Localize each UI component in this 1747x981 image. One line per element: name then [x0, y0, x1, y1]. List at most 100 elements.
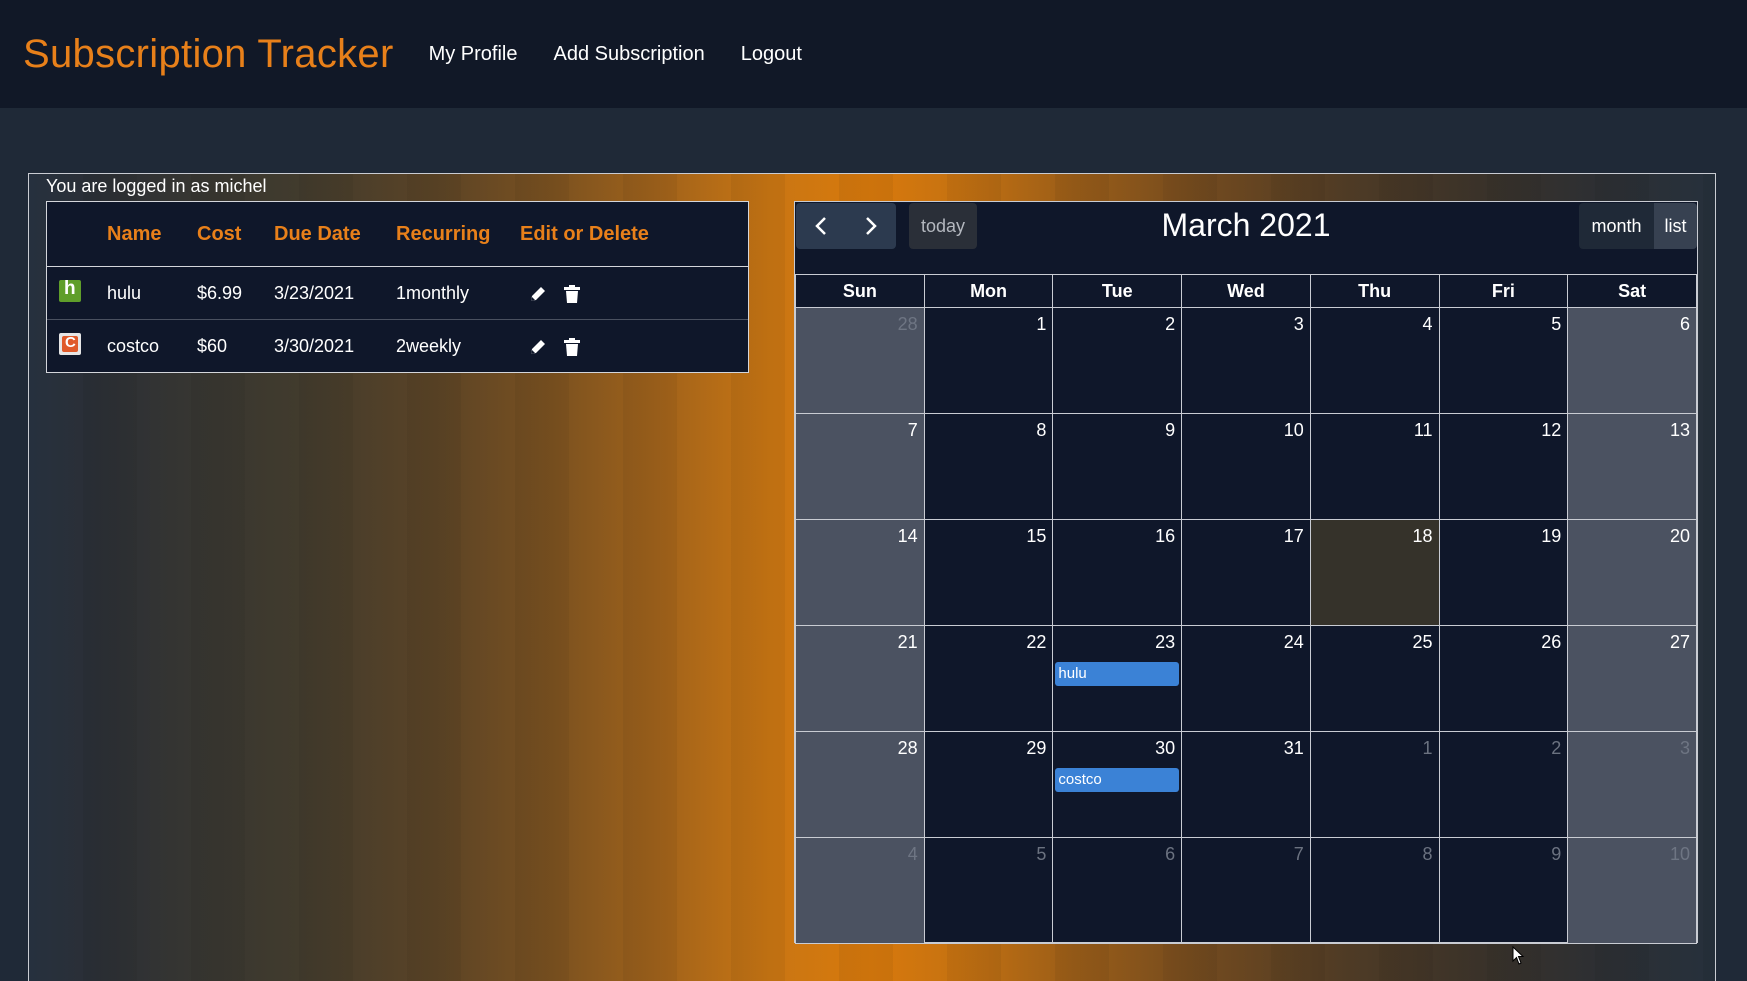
day-cell[interactable]: 1: [1309, 731, 1440, 838]
weekday-header: Tue: [1052, 274, 1183, 308]
day-cell[interactable]: 25: [1309, 625, 1440, 732]
day-cell[interactable]: 30 costco: [1052, 731, 1183, 838]
day-cell[interactable]: 11: [1309, 413, 1440, 520]
day-cell[interactable]: 2: [1438, 731, 1569, 838]
day-cell[interactable]: 26: [1438, 625, 1569, 732]
day-cell[interactable]: 10: [1567, 837, 1697, 944]
day-cell[interactable]: 7: [1181, 837, 1311, 944]
day-number: 19: [1541, 526, 1562, 546]
day-cell[interactable]: 27: [1567, 625, 1697, 732]
delete-trash-icon[interactable]: [563, 337, 581, 357]
sub-name: costco: [107, 335, 160, 356]
day-cell[interactable]: 6: [1052, 837, 1183, 944]
day-cell[interactable]: 28: [795, 731, 925, 838]
month-view-button[interactable]: month: [1579, 203, 1654, 249]
nav-my-profile[interactable]: My Profile: [429, 43, 518, 66]
day-number: 31: [1283, 738, 1304, 758]
day-number: 15: [1026, 526, 1047, 546]
day-number: 3: [1293, 314, 1304, 334]
nav-add-subscription[interactable]: Add Subscription: [554, 43, 705, 66]
day-cell[interactable]: 6: [1567, 307, 1697, 414]
day-cell[interactable]: 5: [923, 837, 1054, 944]
day-number: 23: [1155, 632, 1176, 652]
mouse-cursor-icon: [1512, 946, 1525, 965]
day-cell[interactable]: 20: [1567, 519, 1697, 626]
subscriptions-table: Name Cost Due Date Recurring Edit or Del…: [46, 201, 749, 373]
day-cell[interactable]: 22: [923, 625, 1054, 732]
table-row: hulu $6.99 3/23/2021 1monthly: [47, 266, 748, 320]
calendar-event[interactable]: hulu: [1055, 662, 1180, 686]
calendar-event[interactable]: costco: [1055, 768, 1180, 792]
day-number: 6: [1165, 844, 1176, 864]
day-number: 10: [1283, 420, 1304, 440]
day-cell[interactable]: 19: [1438, 519, 1569, 626]
header-logo: [47, 202, 107, 267]
day-cell[interactable]: 15: [923, 519, 1054, 626]
login-status: You are logged in as michel: [46, 176, 267, 196]
day-number: 14: [897, 526, 918, 546]
day-cell[interactable]: 21: [795, 625, 925, 732]
day-cell[interactable]: 5: [1438, 307, 1569, 414]
day-number: 1: [1036, 314, 1047, 334]
day-number: 4: [1422, 314, 1433, 334]
day-cell[interactable]: 28: [795, 307, 925, 414]
day-number: 7: [907, 420, 918, 440]
header-recurring: Recurring: [396, 202, 520, 267]
day-cell[interactable]: 8: [1309, 837, 1440, 944]
day-cell[interactable]: 24: [1181, 625, 1311, 732]
day-cell[interactable]: 9: [1438, 837, 1569, 944]
list-view-button[interactable]: list: [1654, 203, 1697, 249]
day-cell[interactable]: 8: [923, 413, 1054, 520]
day-number: 9: [1165, 420, 1176, 440]
day-number: 3: [1679, 738, 1690, 758]
day-number: 8: [1422, 844, 1433, 864]
day-number: 1: [1422, 738, 1433, 758]
day-cell[interactable]: 13: [1567, 413, 1697, 520]
day-number: 17: [1283, 526, 1304, 546]
day-number: 9: [1551, 844, 1562, 864]
day-cell[interactable]: 4: [1309, 307, 1440, 414]
hulu-logo-icon: [59, 278, 81, 302]
table-header-row: Name Cost Due Date Recurring Edit or Del…: [47, 202, 748, 267]
header-edit-delete: Edit or Delete: [520, 202, 748, 267]
day-number: 25: [1412, 632, 1433, 652]
day-cell[interactable]: 1: [923, 307, 1054, 414]
day-cell[interactable]: 17: [1181, 519, 1311, 626]
day-number: 27: [1669, 632, 1690, 652]
day-cell[interactable]: 10: [1181, 413, 1311, 520]
day-number: 5: [1551, 314, 1562, 334]
edit-pencil-icon[interactable]: [528, 284, 548, 304]
day-cell[interactable]: 16: [1052, 519, 1183, 626]
day-cell[interactable]: 2: [1052, 307, 1183, 414]
weekday-header: Thu: [1309, 274, 1440, 308]
day-cell[interactable]: 3: [1181, 307, 1311, 414]
day-number: 26: [1541, 632, 1562, 652]
day-cell[interactable]: 4: [795, 837, 925, 944]
weekday-header: Wed: [1181, 274, 1311, 308]
header-name: Name: [107, 202, 197, 267]
day-cell-today[interactable]: 18: [1309, 519, 1440, 626]
edit-pencil-icon[interactable]: [528, 337, 548, 357]
delete-trash-icon[interactable]: [563, 284, 581, 304]
weekday-header: Fri: [1438, 274, 1569, 308]
day-number: 29: [1026, 738, 1047, 758]
day-number: 21: [897, 632, 918, 652]
brand-title[interactable]: Subscription Tracker: [23, 32, 394, 77]
day-cell[interactable]: 29: [923, 731, 1054, 838]
day-cell[interactable]: 7: [795, 413, 925, 520]
day-cell[interactable]: 12: [1438, 413, 1569, 520]
day-cell[interactable]: 14: [795, 519, 925, 626]
weekday-header: Sun: [795, 274, 925, 308]
sub-name: hulu: [107, 266, 197, 320]
day-number: 6: [1679, 314, 1690, 334]
nav-logout[interactable]: Logout: [741, 43, 802, 66]
day-cell[interactable]: 9: [1052, 413, 1183, 520]
day-cell[interactable]: 3: [1567, 731, 1697, 838]
day-number: 16: [1155, 526, 1176, 546]
day-number: 30: [1155, 738, 1176, 758]
day-cell[interactable]: 31: [1181, 731, 1311, 838]
day-number: 2: [1165, 314, 1176, 334]
day-cell[interactable]: 23 hulu: [1052, 625, 1183, 732]
day-number: 22: [1026, 632, 1047, 652]
header-due-date: Due Date: [274, 202, 396, 267]
